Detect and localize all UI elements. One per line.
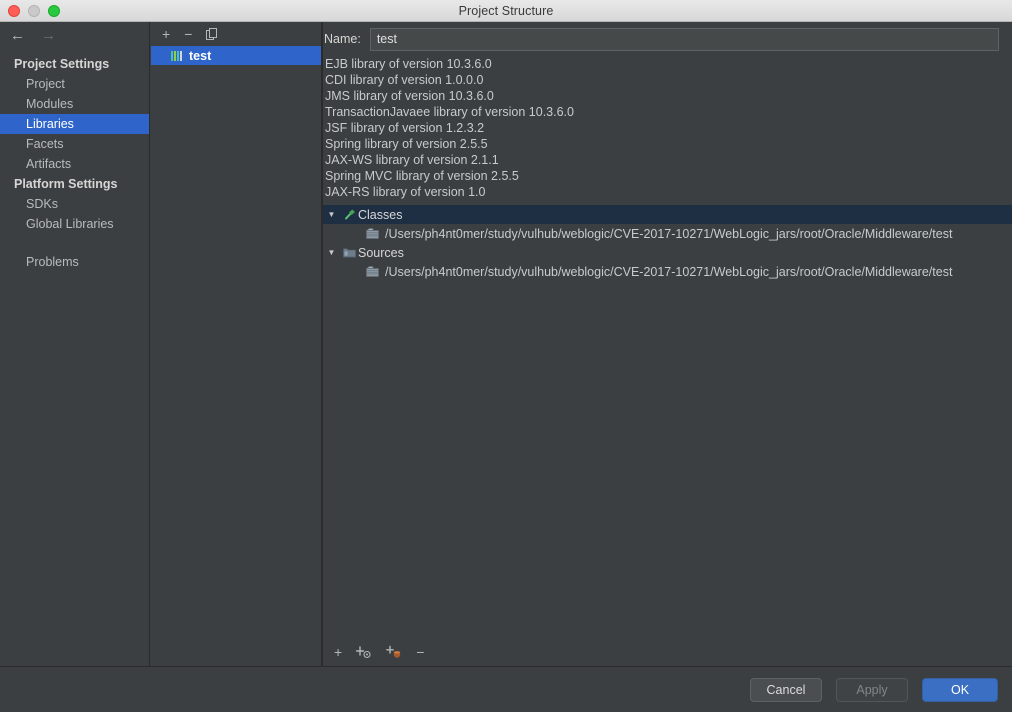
add-from-config-button[interactable] (356, 645, 372, 659)
detail-line: JAX-RS library of version 1.0 (325, 185, 486, 199)
add-jar-button[interactable] (386, 645, 402, 659)
sidebar-item-project[interactable]: Project (0, 74, 149, 94)
chevron-down-icon[interactable]: ▼ (323, 210, 340, 219)
sidebar-item-facets[interactable]: Facets (0, 134, 149, 154)
dialog-footer: Cancel Apply OK (0, 666, 1012, 712)
close-window-button[interactable] (8, 5, 20, 17)
library-list: test (151, 46, 321, 65)
tree-child-path: /Users/ph4nt0mer/study/vulhub/weblogic/C… (385, 264, 953, 279)
library-detail-pane: Name: EJB library of version 10.3.6.0 CD… (323, 22, 1012, 666)
tree-node-classes[interactable]: ▼ Classes (323, 205, 1012, 224)
detail-line: JAX-WS library of version 2.1.1 (325, 153, 499, 167)
tree-child-path: /Users/ph4nt0mer/study/vulhub/weblogic/C… (385, 226, 953, 241)
tree-child-sources-path[interactable]: /Users/ph4nt0mer/study/vulhub/weblogic/C… (323, 262, 1012, 281)
name-row: Name: (323, 22, 1012, 56)
chevron-down-icon[interactable]: ▼ (323, 248, 340, 257)
add-library-button[interactable]: + (162, 27, 170, 41)
title-bar: Project Structure (0, 0, 1012, 22)
navigation-arrows: ← → (0, 22, 149, 48)
add-root-button[interactable]: + (334, 645, 342, 659)
detail-line: Spring MVC library of version 2.5.5 (325, 169, 519, 183)
sidebar-item-problems[interactable]: Problems (0, 252, 149, 272)
folder-sources-child-icon (363, 266, 381, 277)
ok-button[interactable]: OK (922, 678, 998, 702)
back-arrow-icon[interactable]: ← (10, 28, 25, 43)
included-libraries-list: EJB library of version 10.3.6.0 CDI libr… (323, 56, 1012, 200)
sidebar-item-global-libraries[interactable]: Global Libraries (0, 214, 149, 234)
forward-arrow-icon[interactable]: → (41, 28, 56, 43)
folder-sources-icon (340, 247, 358, 258)
sidebar-group-project-settings: Project Settings (14, 57, 110, 71)
detail-line: JMS library of version 10.3.6.0 (325, 89, 494, 103)
library-icon (171, 50, 183, 61)
sidebar-item-modules[interactable]: Modules (0, 94, 149, 114)
maximize-window-button[interactable] (48, 5, 60, 17)
tree-node-sources[interactable]: ▼ Sources (323, 243, 1012, 262)
tree-node-label: Sources (358, 245, 404, 260)
detail-line: Spring library of version 2.5.5 (325, 137, 488, 151)
name-label: Name: (324, 32, 361, 46)
roots-tree: ▼ Classes /Users/ph4nt0mer/study/vulhub/… (323, 205, 1012, 281)
library-list-toolbar: + − (151, 22, 321, 46)
detail-line: TransactionJavaee library of version 10.… (325, 105, 574, 119)
sidebar-nav-list: Project Settings Project Modules Librari… (0, 48, 149, 272)
footer-buttons: Cancel Apply OK (750, 678, 998, 702)
project-structure-dialog: Project Structure ← → Project Settings P… (0, 0, 1012, 712)
library-detail-area: EJB library of version 10.3.6.0 CDI libr… (323, 56, 1012, 650)
hammer-icon (340, 208, 358, 221)
sidebar-item-libraries[interactable]: Libraries (0, 114, 149, 134)
detail-line: EJB library of version 10.3.6.0 (325, 57, 492, 71)
dialog-body: ← → Project Settings Project Modules Lib… (0, 22, 1012, 712)
detail-line: CDI library of version 1.0.0.0 (325, 73, 484, 87)
list-item[interactable]: test (151, 46, 321, 65)
remove-library-button[interactable]: − (184, 27, 192, 41)
library-name-label: test (189, 48, 212, 63)
sidebar-group-platform-settings: Platform Settings (14, 177, 118, 191)
detail-line: JSF library of version 1.2.3.2 (325, 121, 485, 135)
sidebar-item-artifacts[interactable]: Artifacts (0, 154, 149, 174)
roots-toolbar: + − (323, 638, 1012, 666)
settings-sidebar: ← → Project Settings Project Modules Lib… (0, 22, 150, 699)
window-title: Project Structure (458, 3, 554, 18)
copy-library-button[interactable] (206, 28, 218, 40)
folder-classes-icon (363, 228, 381, 239)
minimize-window-button[interactable] (28, 5, 40, 17)
remove-root-button[interactable]: − (416, 645, 424, 659)
library-name-input[interactable] (369, 27, 999, 51)
apply-button[interactable]: Apply (836, 678, 908, 702)
tree-child-classes-path[interactable]: /Users/ph4nt0mer/study/vulhub/weblogic/C… (323, 224, 1012, 243)
library-list-pane: + − test (151, 22, 321, 666)
sidebar-item-sdks[interactable]: SDKs (0, 194, 149, 214)
cancel-button[interactable]: Cancel (750, 678, 822, 702)
tree-node-label: Classes (358, 207, 403, 222)
window-controls (8, 0, 60, 22)
